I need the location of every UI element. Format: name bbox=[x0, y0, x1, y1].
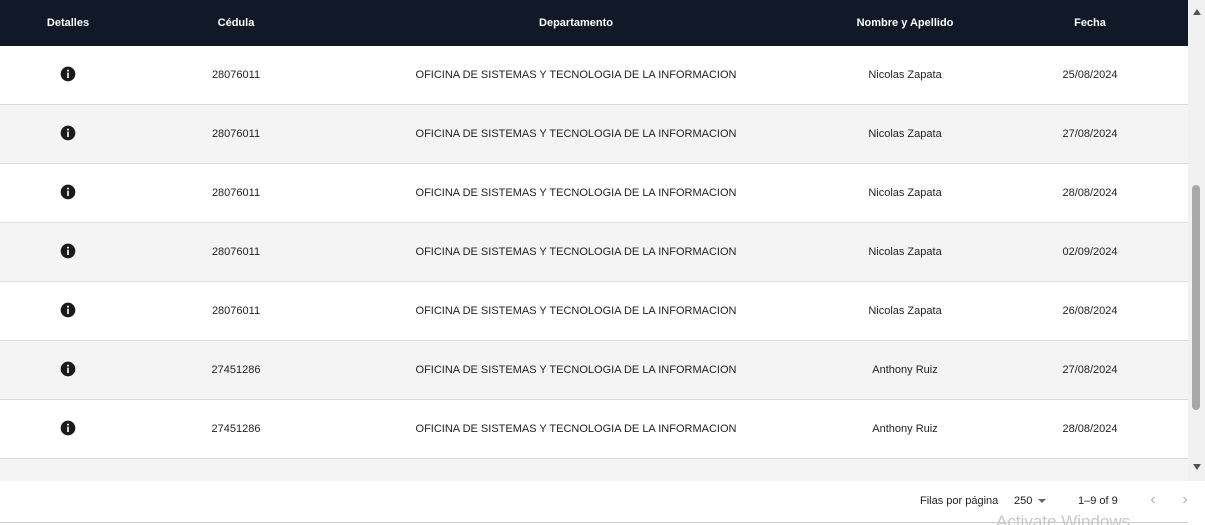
cedula-cell: 28076011 bbox=[211, 246, 261, 258]
dropdown-caret-icon bbox=[1038, 499, 1047, 504]
scroll-up-arrow-icon[interactable] bbox=[1193, 9, 1201, 15]
details-cell bbox=[8, 223, 128, 281]
details-cell bbox=[8, 282, 128, 340]
info-icon[interactable] bbox=[60, 361, 76, 377]
fecha-cell: 28/08/2024 bbox=[1062, 423, 1118, 435]
scrollbar-thumb[interactable] bbox=[1192, 185, 1200, 410]
column-header-cedula[interactable]: Cédula bbox=[166, 17, 306, 29]
nombre-cell: Nicolas Zapata bbox=[868, 246, 942, 258]
table-row: 28076011 OFICINA DE SISTEMAS Y TECNOLOGI… bbox=[0, 223, 1188, 282]
fecha-cell: 27/08/2024 bbox=[1062, 128, 1118, 140]
nombre-cell: Anthony Ruiz bbox=[872, 423, 938, 435]
column-header-detalles[interactable]: Detalles bbox=[8, 17, 128, 29]
cedula-cell: 28076011 bbox=[211, 187, 261, 199]
info-icon[interactable] bbox=[60, 66, 76, 82]
details-cell bbox=[8, 341, 128, 399]
departamento-cell: OFICINA DE SISTEMAS Y TECNOLOGIA DE LA I… bbox=[415, 187, 737, 199]
vertical-scrollbar[interactable] bbox=[1188, 0, 1205, 481]
departamento-cell: OFICINA DE SISTEMAS Y TECNOLOGIA DE LA I… bbox=[415, 305, 737, 317]
info-icon[interactable] bbox=[60, 184, 76, 200]
rows-per-page-select[interactable]: 250 bbox=[1014, 495, 1047, 507]
column-header-fecha[interactable]: Fecha bbox=[1010, 17, 1170, 29]
table-row: 28076011 OFICINA DE SISTEMAS Y TECNOLOGI… bbox=[0, 282, 1188, 341]
table-row: 28076011 OFICINA DE SISTEMAS Y TECNOLOGI… bbox=[0, 46, 1188, 105]
departamento-cell: OFICINA DE SISTEMAS Y TECNOLOGIA DE LA I… bbox=[415, 128, 737, 140]
fecha-cell: 28/08/2024 bbox=[1062, 187, 1118, 199]
table-row: 27451286 OFICINA DE SISTEMAS Y TECNOLOGI… bbox=[0, 341, 1188, 400]
departamento-cell: OFICINA DE SISTEMAS Y TECNOLOGIA DE LA I… bbox=[415, 246, 737, 258]
departamento-cell: OFICINA DE SISTEMAS Y TECNOLOGIA DE LA I… bbox=[415, 423, 737, 435]
info-icon[interactable] bbox=[60, 125, 76, 141]
cedula-cell: 28076011 bbox=[211, 128, 261, 140]
cedula-cell: 28076011 bbox=[211, 69, 261, 81]
nombre-cell: Nicolas Zapata bbox=[868, 187, 942, 199]
nombre-cell: Nicolas Zapata bbox=[868, 128, 942, 140]
rows-per-page-label: Filas por página bbox=[920, 495, 999, 507]
info-icon[interactable] bbox=[60, 302, 76, 318]
nombre-cell: Nicolas Zapata bbox=[868, 69, 942, 81]
nombre-cell: Anthony Ruiz bbox=[872, 364, 938, 376]
cedula-cell: 28076011 bbox=[211, 305, 261, 317]
fecha-cell: 27/08/2024 bbox=[1062, 364, 1118, 376]
table-row: 28076011 OFICINA DE SISTEMAS Y TECNOLOGI… bbox=[0, 105, 1188, 164]
departamento-cell: OFICINA DE SISTEMAS Y TECNOLOGIA DE LA I… bbox=[415, 69, 737, 81]
details-cell bbox=[8, 164, 128, 222]
chevron-right-icon[interactable]: › bbox=[1175, 490, 1195, 510]
cedula-cell: 27451286 bbox=[211, 364, 261, 376]
fecha-cell: 02/09/2024 bbox=[1062, 246, 1118, 258]
fecha-cell: 25/08/2024 bbox=[1062, 69, 1118, 81]
column-header-departamento[interactable]: Departamento bbox=[346, 17, 806, 29]
info-icon[interactable] bbox=[60, 243, 76, 259]
table-row-partial bbox=[0, 459, 1188, 481]
details-cell bbox=[8, 46, 128, 104]
data-table: Detalles Cédula Departamento Nombre y Ap… bbox=[0, 0, 1188, 481]
fecha-cell: 26/08/2024 bbox=[1062, 305, 1118, 317]
details-cell bbox=[8, 400, 128, 458]
cedula-cell: 27451286 bbox=[211, 423, 261, 435]
activation-watermark: Activate Windows bbox=[996, 512, 1131, 525]
pagination-range: 1–9 of 9 bbox=[1078, 495, 1118, 507]
table-row: 28076011 OFICINA DE SISTEMAS Y TECNOLOGI… bbox=[0, 164, 1188, 223]
chevron-left-icon[interactable]: ‹ bbox=[1143, 490, 1163, 510]
nombre-cell: Nicolas Zapata bbox=[868, 305, 942, 317]
info-icon[interactable] bbox=[60, 420, 76, 436]
scroll-down-arrow-icon[interactable] bbox=[1193, 464, 1201, 470]
rows-per-page-value: 250 bbox=[1014, 495, 1033, 507]
table-row: 27451286 OFICINA DE SISTEMAS Y TECNOLOGI… bbox=[0, 400, 1188, 459]
details-cell bbox=[8, 105, 128, 163]
column-header-nombre[interactable]: Nombre y Apellido bbox=[825, 17, 985, 29]
table-header: Detalles Cédula Departamento Nombre y Ap… bbox=[0, 0, 1188, 46]
departamento-cell: OFICINA DE SISTEMAS Y TECNOLOGIA DE LA I… bbox=[415, 364, 737, 376]
